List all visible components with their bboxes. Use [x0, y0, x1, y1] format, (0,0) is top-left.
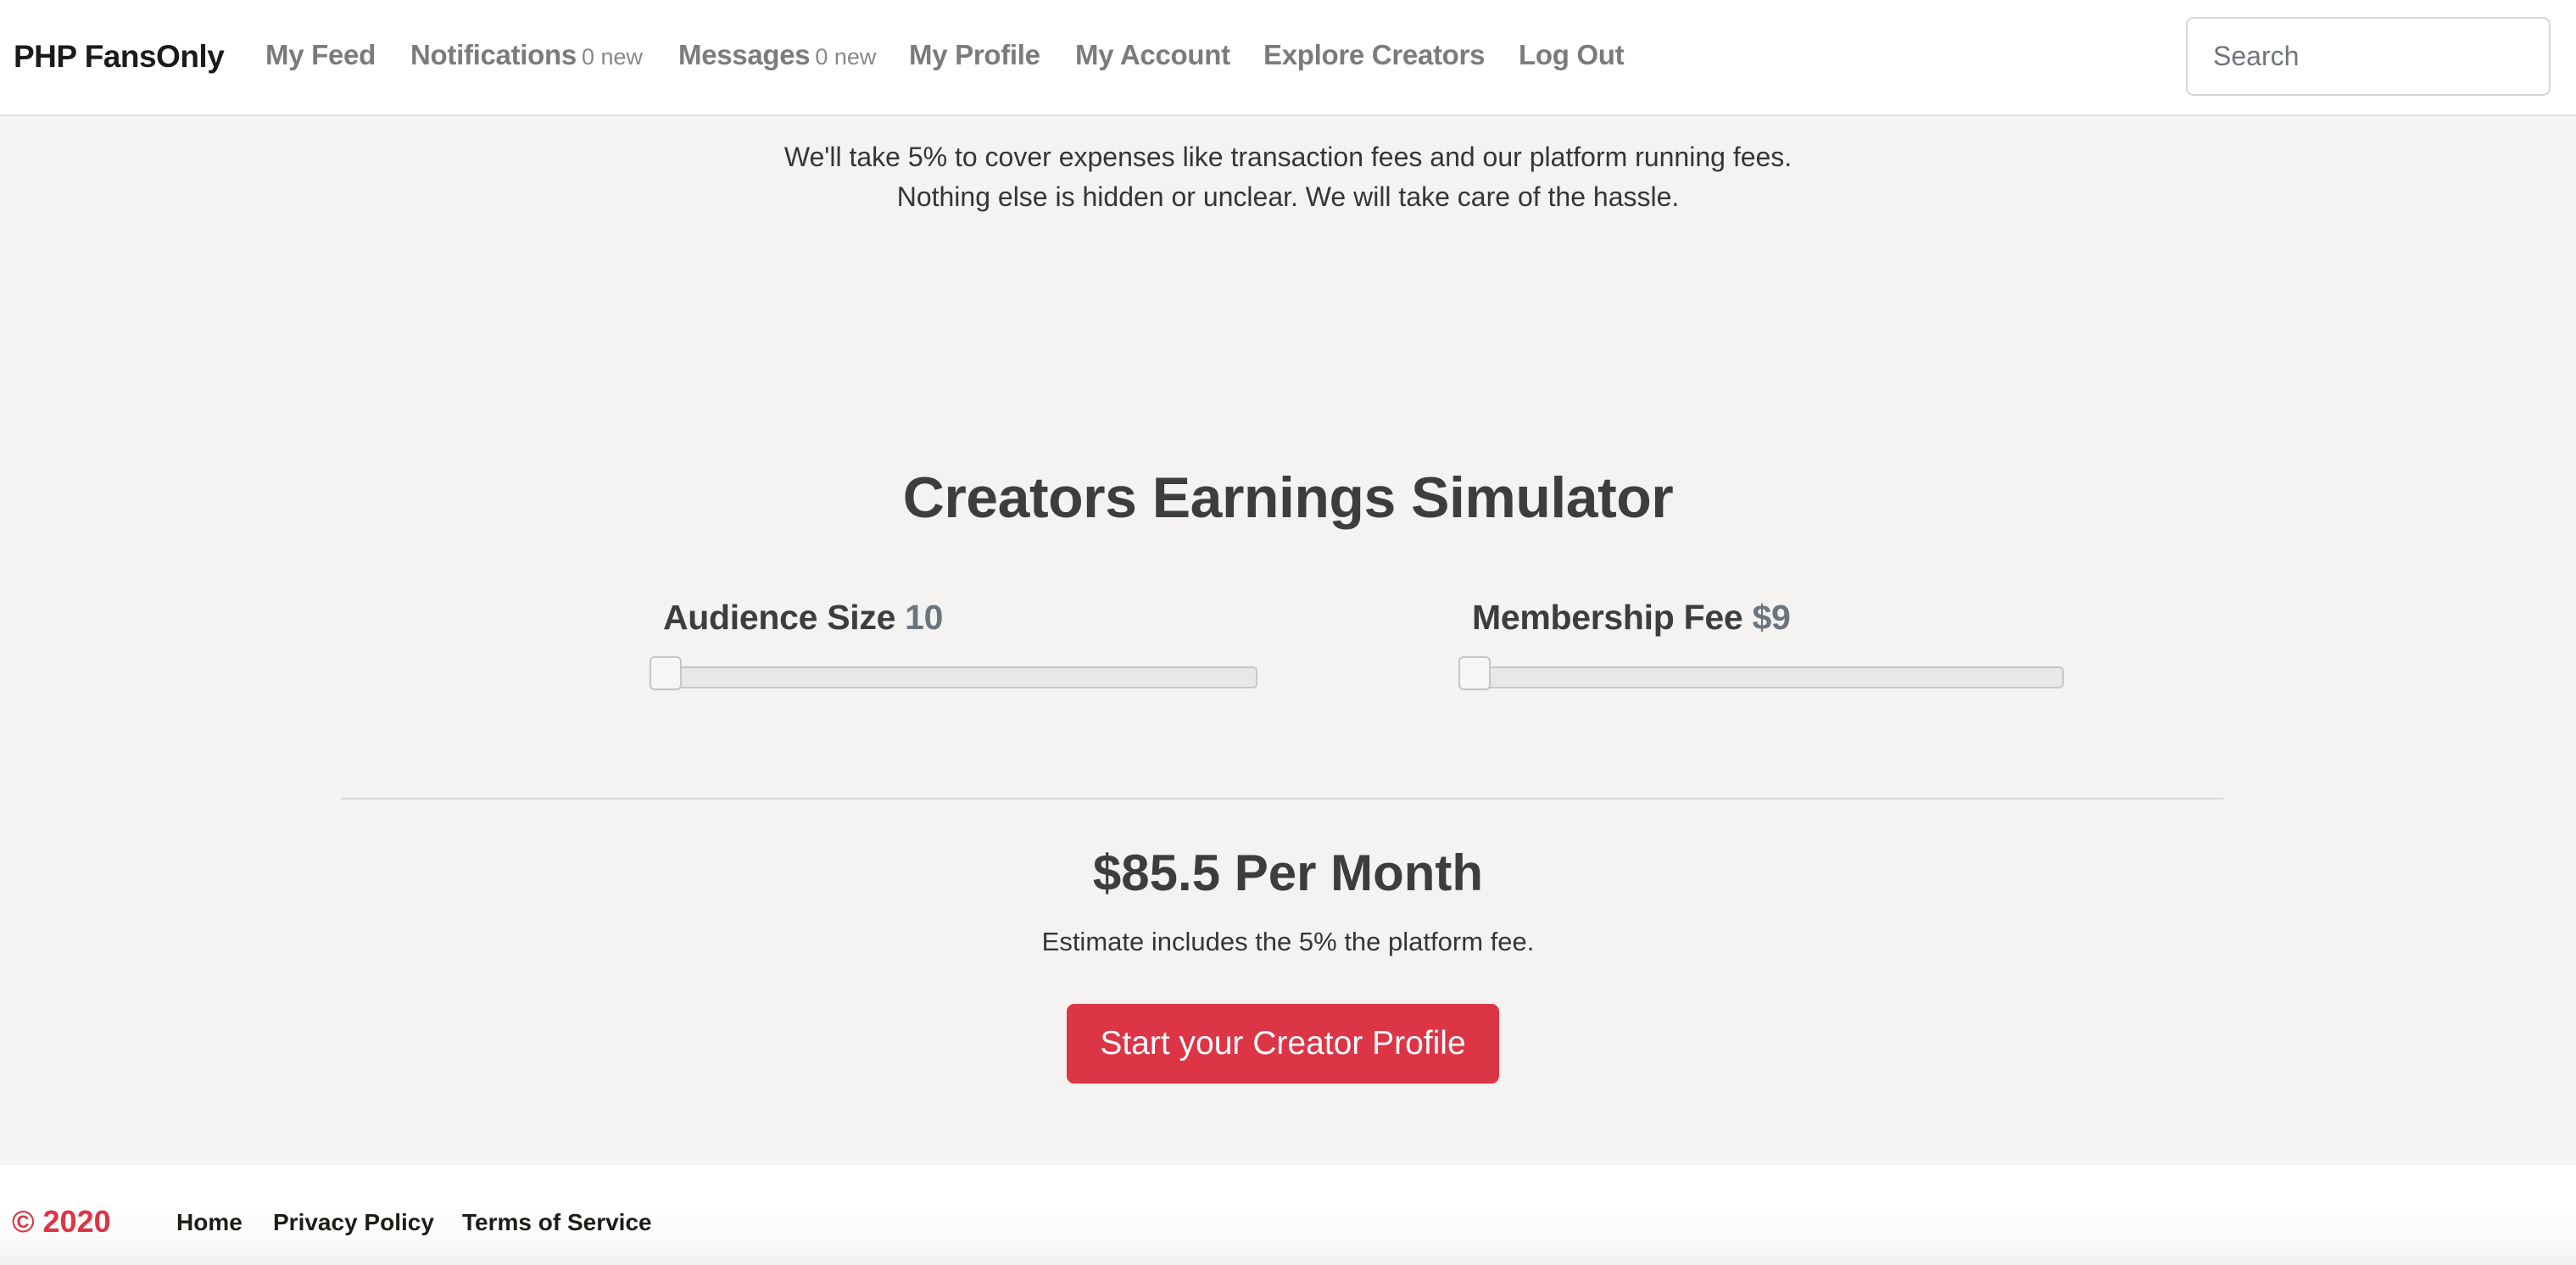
- nav-messages[interactable]: Messages 0 new: [678, 39, 876, 71]
- nav-explore-creators[interactable]: Explore Creators: [1263, 39, 1485, 71]
- simulator-title: Creators Earnings Simulator: [902, 465, 1674, 530]
- divider: [341, 798, 2223, 800]
- audience-size-control: Audience Size 10: [650, 598, 1257, 690]
- brand-logo[interactable]: PHP FansOnly: [14, 39, 225, 75]
- footer-link-home[interactable]: Home: [176, 1209, 243, 1236]
- notifications-count: 0 new: [581, 44, 643, 70]
- membership-fee-slider[interactable]: [1458, 656, 2064, 690]
- fee-intro-line-1: We'll take 5% to cover expenses like tra…: [783, 142, 1793, 172]
- footer: © 2020 Home Privacy Policy Terms of Serv…: [0, 1165, 2576, 1265]
- nav-label: My Profile: [909, 39, 1040, 70]
- nav-log-out[interactable]: Log Out: [1519, 39, 1625, 71]
- membership-fee-control: Membership Fee $9: [1458, 598, 2064, 690]
- fee-intro-line-2: Nothing else is hidden or unclear. We wi…: [896, 181, 1680, 212]
- nav-label: My Feed: [265, 39, 376, 70]
- nav-label: Messages: [678, 39, 811, 70]
- audience-size-slider[interactable]: [650, 656, 1257, 690]
- footer-link-terms-of-service[interactable]: Terms of Service: [462, 1209, 652, 1236]
- monthly-earnings: $85.5 Per Month: [1092, 844, 1484, 901]
- estimate-note: Estimate includes the 5% the platform fe…: [1041, 927, 1535, 956]
- messages-count: 0 new: [815, 44, 877, 70]
- audience-size-label: Audience Size 10: [650, 598, 1257, 638]
- membership-fee-label-text: Membership Fee: [1472, 598, 1743, 637]
- nav-notifications[interactable]: Notifications 0 new: [410, 39, 643, 71]
- start-creator-profile-button[interactable]: Start your Creator Profile: [1067, 1004, 1499, 1084]
- nav-label: Notifications: [410, 39, 577, 70]
- copyright: © 2020: [12, 1204, 111, 1239]
- fee-intro: We'll take 5% to cover expenses like tra…: [0, 137, 2576, 217]
- membership-fee-value: $9: [1752, 598, 1791, 637]
- membership-fee-label: Membership Fee $9: [1458, 598, 2064, 638]
- nav-label: Log Out: [1519, 39, 1625, 70]
- audience-size-value: 10: [905, 598, 944, 637]
- navbar: PHP FansOnly My Feed Notifications 0 new …: [0, 0, 2576, 116]
- nav-label: Explore Creators: [1263, 39, 1486, 70]
- nav-my-account[interactable]: My Account: [1075, 39, 1230, 71]
- nav-my-feed[interactable]: My Feed: [265, 39, 376, 71]
- audience-size-label-text: Audience Size: [663, 598, 896, 637]
- search-input[interactable]: [2186, 17, 2551, 96]
- nav-my-profile[interactable]: My Profile: [909, 39, 1040, 71]
- footer-link-privacy-policy[interactable]: Privacy Policy: [273, 1209, 434, 1236]
- nav-label: My Account: [1075, 39, 1230, 70]
